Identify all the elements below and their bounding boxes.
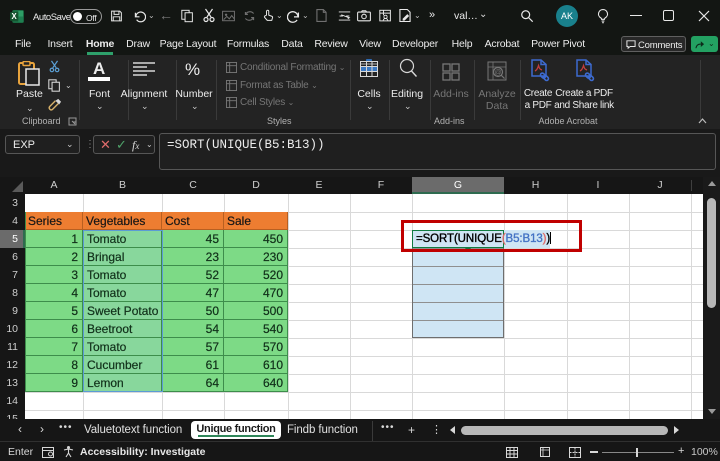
svg-text:X: X [12, 12, 18, 21]
svg-text:@: @ [494, 70, 501, 77]
